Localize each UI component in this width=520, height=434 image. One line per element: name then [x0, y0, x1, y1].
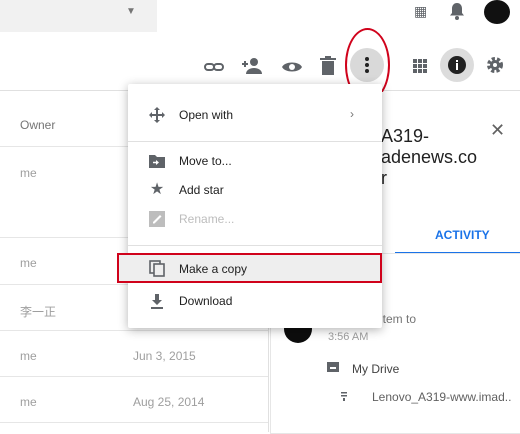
row-owner: me: [20, 256, 37, 270]
row-owner: me: [20, 349, 37, 363]
menu-item-add-star[interactable]: ★ Add star: [128, 176, 382, 204]
row-owner: me: [20, 166, 37, 180]
notifications-bell-icon[interactable]: [446, 0, 468, 22]
menu-item-download[interactable]: Download: [128, 287, 382, 315]
move-arrows-icon: [149, 107, 165, 123]
menu-label-move-to: Move to...: [179, 154, 232, 168]
row-modified-date: Jun 3, 2015: [133, 349, 196, 363]
add-person-icon[interactable]: [241, 55, 263, 77]
owner-column-header[interactable]: Owner: [20, 118, 55, 132]
edit-pencil-icon: [149, 211, 165, 227]
chevron-right-icon: ›: [350, 107, 354, 121]
row-divider: [0, 422, 268, 423]
row-modified-date: Aug 25, 2014: [133, 395, 205, 409]
details-title-line: adenews.co: [381, 147, 478, 167]
apps-grid-icon[interactable]: ▦: [414, 3, 427, 20]
row-owner: 李一正: [20, 305, 57, 319]
menu-divider: [128, 141, 382, 142]
row-owner: me: [20, 395, 37, 409]
close-icon[interactable]: ✕: [490, 120, 505, 141]
preview-eye-icon[interactable]: [281, 56, 303, 78]
menu-item-rename: Rename...: [128, 205, 382, 233]
grid-view-icon[interactable]: [410, 56, 430, 76]
account-avatar[interactable]: [484, 0, 510, 24]
menu-label-make-a-copy: Make a copy: [179, 262, 248, 276]
menu-label-rename: Rename...: [179, 212, 235, 226]
menu-item-open-with[interactable]: Open with ›: [128, 101, 382, 129]
copy-icon: [149, 260, 165, 277]
row-divider: [0, 330, 268, 331]
details-title-line: r: [381, 168, 387, 188]
info-icon[interactable]: [447, 55, 467, 75]
menu-label-download: Download: [179, 294, 233, 308]
details-file-title: A319- adenews.co r: [381, 126, 491, 189]
activity-location[interactable]: My Drive: [352, 362, 399, 376]
row-divider: [0, 376, 268, 377]
menu-label-add-star: Add star: [179, 183, 224, 197]
menu-divider: [128, 245, 382, 246]
link-icon[interactable]: [203, 56, 225, 78]
star-icon: ★: [149, 181, 165, 198]
details-title-line: A319-: [381, 126, 430, 146]
download-icon: [151, 294, 163, 309]
file-doc-icon: [341, 392, 347, 401]
menu-label-open-with: Open with: [179, 108, 234, 122]
tab-activity[interactable]: ACTIVITY: [435, 228, 490, 242]
drive-folder-icon: [327, 362, 339, 372]
search-options-dropdown-icon[interactable]: ▼: [126, 6, 136, 17]
trash-icon[interactable]: [318, 55, 338, 77]
activity-time: 3:56 AM: [328, 331, 369, 343]
menu-item-move-to[interactable]: Move to...: [128, 147, 382, 175]
settings-gear-icon[interactable]: [485, 55, 505, 75]
move-folder-icon: [149, 155, 165, 168]
activity-file-name[interactable]: Lenovo_A319-www.imad..: [372, 390, 511, 404]
